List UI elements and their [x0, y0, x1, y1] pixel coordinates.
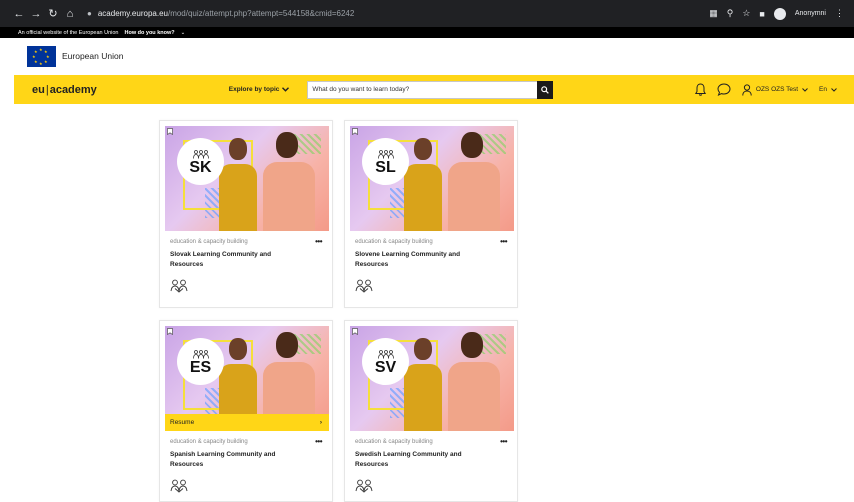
main-nav: eu|academy Explore by topic OZS OZS Test… — [14, 75, 854, 104]
more-options-icon[interactable]: ••• — [315, 237, 322, 246]
course-card[interactable]: ES Resume › education & capacity building ••… — [159, 320, 333, 502]
course-image[interactable]: SL — [350, 126, 514, 231]
group-icon — [192, 149, 209, 159]
sidebar-icon[interactable]: ■ — [759, 9, 764, 19]
group-icon — [377, 349, 394, 359]
language-badge: SL — [362, 138, 409, 185]
official-banner: An official website of the European Unio… — [0, 27, 854, 38]
profile-label[interactable]: Anonymni — [795, 10, 826, 17]
search-icon — [541, 85, 550, 94]
search-input[interactable] — [308, 81, 539, 98]
profile-avatar[interactable] — [773, 7, 786, 20]
browser-toolbar: ← → ↻ ⌂ ● academy.europa.eu/mod/quiz/att… — [0, 0, 854, 27]
chat-icon[interactable] — [717, 83, 731, 96]
language-code: SL — [375, 158, 396, 176]
course-card[interactable]: SL education & capacity building ••• Sloven… — [344, 120, 518, 308]
chevron-down-icon[interactable]: ⌄ — [181, 30, 186, 36]
community-icon — [170, 479, 188, 493]
chevron-down-icon — [831, 87, 837, 92]
language-code: SK — [189, 158, 212, 176]
official-text: An official website of the European Unio… — [18, 29, 119, 36]
zoom-icon[interactable]: ⚲ — [727, 8, 734, 19]
bookmark-icon[interactable] — [167, 128, 173, 135]
eu-name[interactable]: European Union — [62, 51, 123, 61]
how-do-you-know-link[interactable]: How do you know? — [125, 30, 175, 36]
chevron-down-icon — [802, 87, 808, 92]
bookmark-icon[interactable] — [352, 128, 358, 135]
course-image[interactable]: SK — [165, 126, 329, 231]
user-label: OZS OZS Test — [755, 86, 799, 93]
logo-academy: academy — [49, 83, 97, 96]
forward-icon[interactable]: → — [29, 7, 43, 21]
user-menu[interactable]: OZS OZS Test — [742, 83, 808, 96]
user-icon — [742, 83, 752, 96]
more-options-icon[interactable]: ••• — [315, 437, 322, 446]
community-icon — [355, 279, 373, 293]
translate-icon[interactable]: ▦ — [709, 8, 718, 19]
more-options-icon[interactable]: ••• — [500, 237, 507, 246]
community-icon — [170, 279, 188, 293]
resume-label: Resume — [170, 419, 195, 426]
language-badge: SK — [177, 138, 224, 185]
course-card[interactable]: SK education & capacity building ••• Slovak… — [159, 120, 333, 308]
chevron-right-icon: › — [319, 419, 322, 426]
bookmark-icon[interactable] — [167, 328, 173, 335]
course-image[interactable]: SV — [350, 326, 514, 431]
community-icon — [355, 479, 373, 493]
reload-icon[interactable]: ↻ — [46, 7, 60, 21]
language-code: SV — [374, 358, 397, 376]
language-badge: SV — [362, 338, 409, 385]
menu-icon[interactable]: ⋮ — [835, 8, 844, 19]
chevron-down-icon — [282, 87, 290, 92]
course-category: education & capacity building — [170, 239, 248, 245]
logo-eu: eu — [32, 83, 45, 96]
course-title[interactable]: Swedish Learning Community and Resources — [355, 450, 485, 470]
group-icon — [192, 349, 209, 359]
course-card[interactable]: SV education & capacity building ••• Swedis… — [344, 320, 518, 502]
bookmark-icon[interactable] — [352, 328, 358, 335]
star-icon[interactable]: ☆ — [742, 8, 750, 19]
explore-label: Explore by topic — [228, 86, 280, 93]
explore-by-topic-button[interactable]: Explore by topic — [229, 86, 290, 93]
language-label: En — [819, 86, 827, 93]
language-code: ES — [189, 358, 212, 376]
search-box — [307, 80, 554, 99]
search-button[interactable] — [537, 80, 554, 99]
group-icon — [377, 149, 394, 159]
course-category: education & capacity building — [355, 439, 433, 445]
language-badge: ES — [177, 338, 224, 385]
lock-icon: ● — [87, 9, 92, 18]
site-logo[interactable]: eu|academy — [32, 84, 97, 96]
back-icon[interactable]: ← — [12, 7, 26, 21]
course-category: education & capacity building — [170, 439, 248, 445]
eu-flag-icon[interactable]: ★ ★ ★ ★ ★ ★ ★ ★ — [27, 45, 56, 67]
course-title[interactable]: Spanish Learning Community and Resources — [170, 450, 300, 470]
address-bar[interactable]: ● academy.europa.eu/mod/quiz/attempt.php… — [87, 3, 777, 24]
url-path: /mod/quiz/attempt.php?attempt=544158&cmi… — [167, 9, 355, 18]
bell-icon[interactable] — [694, 83, 706, 96]
course-category: education & capacity building — [355, 239, 433, 245]
eu-header: ★ ★ ★ ★ ★ ★ ★ ★ European Union — [0, 38, 854, 74]
course-title[interactable]: Slovak Learning Community and Resources — [170, 250, 300, 270]
url-host: academy.europa.eu — [97, 9, 168, 18]
course-image[interactable]: ES Resume › — [165, 326, 329, 431]
course-title[interactable]: Slovene Learning Community and Resources — [355, 250, 485, 270]
language-selector[interactable]: En — [819, 86, 837, 93]
resume-button[interactable]: Resume › — [165, 414, 329, 431]
more-options-icon[interactable]: ••• — [500, 437, 507, 446]
home-icon[interactable]: ⌂ — [63, 7, 77, 21]
